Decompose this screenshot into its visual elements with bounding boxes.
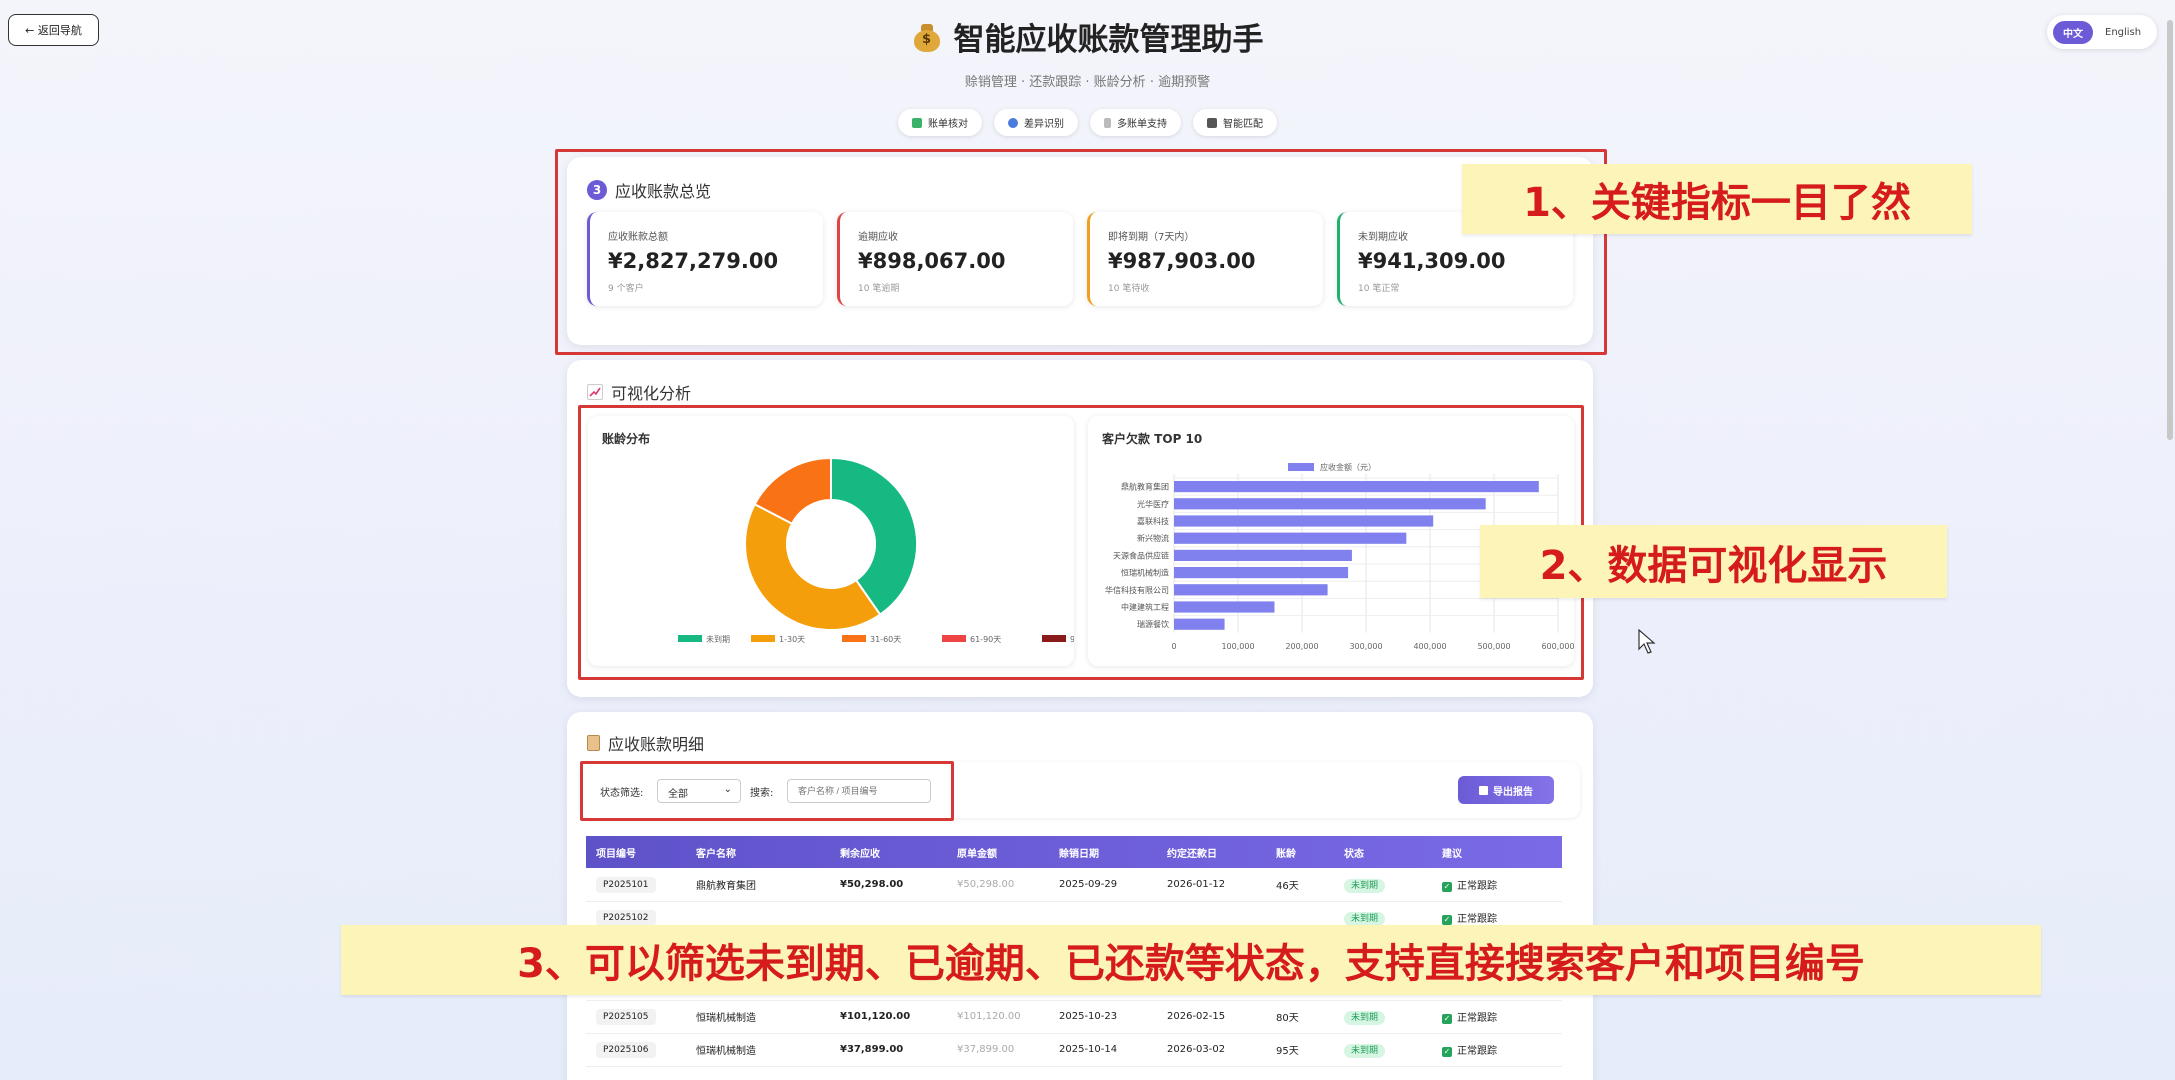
pill-label: 账单核对 (928, 119, 968, 130)
cell-original: ¥37,899.00 (947, 1033, 1049, 1067)
project-id-chip: P2025102 (596, 910, 656, 926)
cell-customer: 恒瑞机械制造 (686, 1033, 830, 1067)
cell-customer: 鼎航教育集团 (686, 868, 830, 902)
cell-due-date: 2026-02-15 (1157, 1000, 1266, 1034)
callout-2: 2、数据可视化显示 (1480, 525, 1947, 598)
status-badge: 未到期 (1344, 878, 1386, 893)
col-due-date[interactable]: 约定还款日 (1157, 836, 1266, 868)
status-badge: 未到期 (1344, 1011, 1386, 1025)
cell-due-date: 2026-01-12 (1157, 868, 1266, 902)
check-icon: ✓ (1442, 915, 1452, 925)
cell-advice: ✓正常跟踪 (1432, 868, 1562, 902)
cell-aging: 46天 (1266, 868, 1334, 902)
col-sale-date[interactable]: 赊销日期 (1049, 836, 1157, 868)
page-header: $ 智能应收账款管理助手 赊销管理 · 还款跟踪 · 账龄分析 · 逾期预警 (0, 14, 2175, 90)
pill-multi-bill[interactable]: 多账单支持 (1090, 109, 1181, 136)
cell-aging: 80天 (1266, 1000, 1334, 1034)
page-subtitle: 赊销管理 · 还款跟踪 · 账龄分析 · 逾期预警 (964, 75, 1211, 90)
export-label: 导出报告 (1493, 786, 1533, 798)
col-original[interactable]: 原单金额 (947, 836, 1049, 868)
table-row[interactable]: P2025105 恒瑞机械制造 ¥101,120.00 ¥101,120.00 2025… (586, 1000, 1562, 1034)
cell-project-id: P2025101 (586, 868, 686, 902)
pill-smart-match[interactable]: 智能匹配 (1193, 109, 1277, 136)
status-badge: 未到期 (1344, 1044, 1386, 1058)
check-icon: ✓ (1442, 881, 1452, 892)
cell-aging: 95天 (1266, 1033, 1334, 1067)
scrollbar-thumb[interactable] (2167, 20, 2173, 440)
page-title: $ 智能应收账款管理助手 (912, 14, 1264, 59)
highlight-box-charts (578, 405, 1584, 680)
col-status[interactable]: 状态 (1334, 836, 1432, 868)
col-aging[interactable]: 账龄 (1266, 836, 1334, 868)
viz-title: 可视化分析 (587, 380, 691, 404)
cell-original: ¥50,298.00 (947, 868, 1049, 902)
callout-3: 3、可以筛选未到期、已逾期、已还款等状态，支持直接搜索客户和项目编号 (341, 925, 2041, 995)
money-bag-icon: $ (912, 21, 942, 53)
cell-due-date: 2026-03-02 (1157, 1033, 1266, 1067)
project-id-chip: P2025105 (596, 1009, 656, 1025)
cell-status: 未到期 (1334, 1033, 1432, 1067)
check-icon: ✓ (1442, 1014, 1452, 1024)
project-id-chip: P2025101 (596, 876, 656, 893)
cell-sale-date: 2025-09-29 (1049, 868, 1157, 902)
cell-remaining: ¥37,899.00 (830, 1033, 947, 1067)
cell-original: ¥101,120.00 (947, 1000, 1049, 1034)
pill-label: 智能匹配 (1223, 119, 1263, 130)
table-header-row: 项目编号 客户名称 剩余应收 原单金额 赊销日期 约定还款日 账龄 状态 建议 (586, 836, 1562, 868)
page-scrollbar[interactable] (2167, 20, 2173, 1080)
details-title-text: 应收账款明细 (608, 735, 705, 754)
clipboard-icon (587, 735, 600, 751)
cell-project-id: P2025105 (586, 1000, 686, 1034)
details-title: 应收账款明细 (587, 731, 704, 755)
mouse-cursor-icon (1638, 629, 1656, 654)
export-report-button[interactable]: 导出报告 (1458, 776, 1554, 804)
project-id-chip: P2025106 (596, 1042, 656, 1058)
document-icon (1104, 117, 1111, 128)
highlight-box-filter (580, 761, 954, 821)
pill-bill-check[interactable]: 账单核对 (898, 109, 982, 136)
chart-up-icon (587, 384, 603, 400)
col-advice[interactable]: 建议 (1432, 836, 1562, 868)
col-remaining[interactable]: 剩余应收 (830, 836, 947, 868)
floppy-disk-icon (1479, 785, 1488, 795)
computer-icon (1207, 117, 1217, 128)
table-row[interactable]: P2025106 恒瑞机械制造 ¥37,899.00 ¥37,899.00 2025-1… (586, 1033, 1562, 1067)
cell-sale-date: 2025-10-23 (1049, 1000, 1157, 1034)
col-project-id[interactable]: 项目编号 (586, 836, 686, 868)
feature-pills: 账单核对 差异识别 多账单支持 智能匹配 (0, 109, 2175, 136)
cell-status: 未到期 (1334, 868, 1432, 902)
table-row[interactable]: P2025101 鼎航教育集团 ¥50,298.00 ¥50,298.00 2025-0… (586, 868, 1562, 902)
cell-project-id: P2025106 (586, 1033, 686, 1067)
cell-remaining: ¥50,298.00 (830, 868, 947, 902)
cell-advice: ✓正常跟踪 (1432, 1033, 1562, 1067)
cell-customer: 恒瑞机械制造 (686, 1000, 830, 1034)
pill-label: 差异识别 (1024, 119, 1064, 130)
pill-diff-detect[interactable]: 差异识别 (994, 109, 1078, 136)
cell-advice: ✓正常跟踪 (1432, 1000, 1562, 1034)
magnifier-icon (1008, 117, 1018, 128)
status-badge: 未到期 (1344, 912, 1386, 926)
cell-remaining: ¥101,120.00 (830, 1000, 947, 1034)
check-icon: ✓ (1442, 1047, 1452, 1057)
callout-1: 1、关键指标一目了然 (1462, 164, 1972, 234)
page-title-text: 智能应收账款管理助手 (953, 22, 1264, 58)
highlight-box-metrics (555, 149, 1607, 355)
cell-status: 未到期 (1334, 1000, 1432, 1034)
cell-sale-date: 2025-10-14 (1049, 1033, 1157, 1067)
viz-title-text: 可视化分析 (611, 384, 692, 403)
col-customer[interactable]: 客户名称 (686, 836, 830, 868)
money-icon (912, 117, 922, 128)
pill-label: 多账单支持 (1117, 119, 1167, 130)
